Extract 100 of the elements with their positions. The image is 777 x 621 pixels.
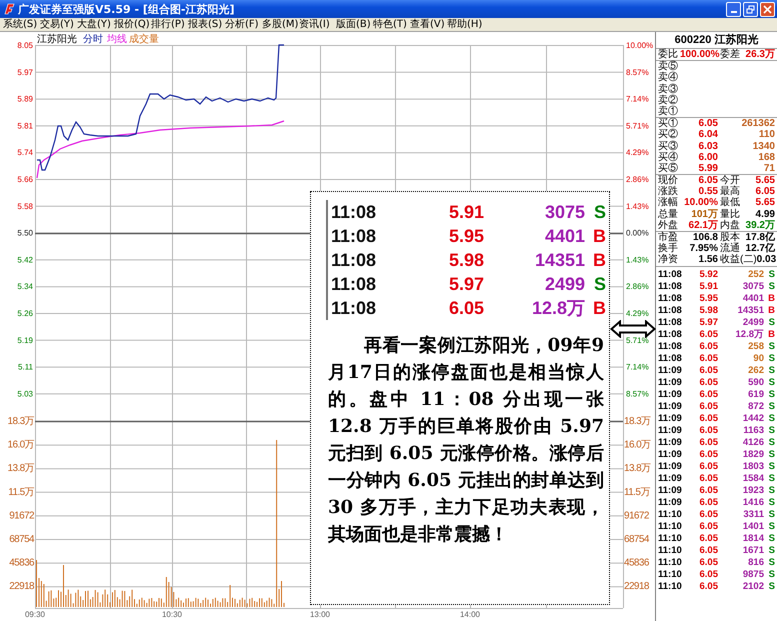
field-value: 4.99 [754,208,775,220]
trade-price: 5.98 [449,250,486,270]
bid-label: 买② [658,129,679,140]
field-value: 1.56 [698,254,719,266]
tick-side: S [768,388,775,401]
menu-item[interactable]: 特色(T) [373,18,406,30]
close-button[interactable] [760,2,775,16]
tick-volume: 1814 [742,532,764,545]
bid-price: 6.04 [698,129,718,140]
ask-label: 卖③ [658,84,679,95]
price-axis-label: 5.19 [17,336,33,345]
volume-axis-label: 68754 [624,534,649,545]
menu-item[interactable]: 帮助(H) [447,18,480,30]
volume-axis-label: 13.8万 [8,463,34,474]
tick-side: S [768,580,775,593]
field-label: 股本 [720,232,741,243]
menu-item[interactable]: 多股(M) [262,18,295,30]
menu-item[interactable]: 资讯(I) [299,18,332,30]
price-axis-label: 5.42 [17,255,33,264]
volume-axis-label: 18.3万 [8,416,34,427]
trade-side: S [592,202,606,222]
tick-time: 11:09 [658,424,683,437]
menu-item[interactable]: 交易(Y) [40,18,73,30]
percent-axis-label: 7.14% [626,362,649,372]
tick-time: 11:09 [658,436,683,449]
menu-item[interactable]: 排行(P) [151,18,184,30]
field-value: 0.03 [756,254,776,266]
tick-price: 5.98 [698,304,718,317]
field-value: 39.2万 [744,220,775,231]
volume-axis-label: 45836 [9,558,34,569]
tick-side: S [768,556,775,569]
tick-side: B [767,292,775,305]
tick-price: 5.97 [698,316,718,329]
field-value: 12.7亿 [744,243,775,254]
bid-price: 6.05 [698,118,718,130]
percent-axis-label: 1.43% [626,255,649,264]
tick-volume: 252 [747,268,764,281]
tick-price: 6.05 [698,448,718,461]
tick-price: 6.05 [698,400,718,413]
tick-side: S [768,544,775,557]
percent-axis-label: 4.29% [626,148,649,158]
tick-time: 11:10 [658,508,683,521]
price-axis-label: 5.26 [17,309,33,318]
tick-volume: 12.8万 [734,328,764,341]
tick-time: 11:09 [658,484,683,497]
tick-side: S [768,376,775,389]
bid-price: 5.99 [698,162,718,174]
restore-button[interactable] [743,2,758,16]
menu-item[interactable]: 报表(S) [188,18,221,30]
tick-side: S [768,436,775,449]
menu-item[interactable]: 分析(F) [225,18,258,30]
minimize-button[interactable] [726,2,741,16]
tick-volume: 90 [752,352,764,365]
tick-side: B [767,304,775,317]
trade-side: B [592,226,606,246]
close-icon [763,4,772,14]
tick-price: 6.05 [698,556,718,569]
trade-side: S [592,274,606,294]
tick-volume: 3311 [742,508,764,521]
tick-time: 11:08 [658,292,683,305]
percent-axis-label: 0.00% [626,228,649,238]
tick-price: 6.05 [698,484,718,497]
app-logo-icon [3,3,15,15]
price-axis-label: 5.03 [17,389,33,398]
trade-volume: 14351 [534,250,585,270]
tick-side: S [768,400,775,413]
time-axis-label: 13:00 [310,610,330,619]
tick-volume: 1163 [742,424,764,437]
bid-price: 6.03 [698,140,718,152]
percent-axis-label: 2.86% [626,175,649,184]
percent-axis-label: 8.57% [626,389,649,398]
tick-price: 5.92 [698,268,718,281]
tick-side: S [768,568,775,581]
field-label: 涨跌 [658,186,679,198]
tick-price: 5.95 [698,292,718,305]
volume-axis-label: 91672 [624,510,649,522]
tick-volume: 2499 [742,316,764,329]
percent-axis-label: 5.71% [626,336,649,345]
trade-time: 11:08 [331,274,378,294]
tick-price: 5.91 [698,280,718,293]
tick-side: S [768,460,775,473]
tick-time: 11:09 [658,364,683,377]
tick-volume: 1671 [742,544,764,557]
percent-axis-label: 1.43% [626,202,649,211]
tick-side: B [767,328,775,341]
menu-item[interactable]: 系统(S) [3,18,36,30]
tick-time: 11:09 [658,496,683,509]
price-axis-label: 8.05 [17,41,33,50]
tick-side: S [768,412,775,425]
field-value: 10.00% [683,197,719,209]
price-axis-label: 5.81 [17,121,33,130]
tick-price: 6.05 [698,412,718,425]
volume-axis-label: 16.0万 [624,440,650,451]
menu-item[interactable]: 版面(B) [336,18,369,30]
tick-side: S [768,352,775,365]
menu-item[interactable]: 查看(V) [410,18,443,30]
menu-item[interactable]: 报价(Q) [114,18,147,30]
volume-axis-label: 16.0万 [8,440,34,451]
field-value: 6.05 [698,175,719,186]
menu-item[interactable]: 大盘(Y) [77,18,110,30]
